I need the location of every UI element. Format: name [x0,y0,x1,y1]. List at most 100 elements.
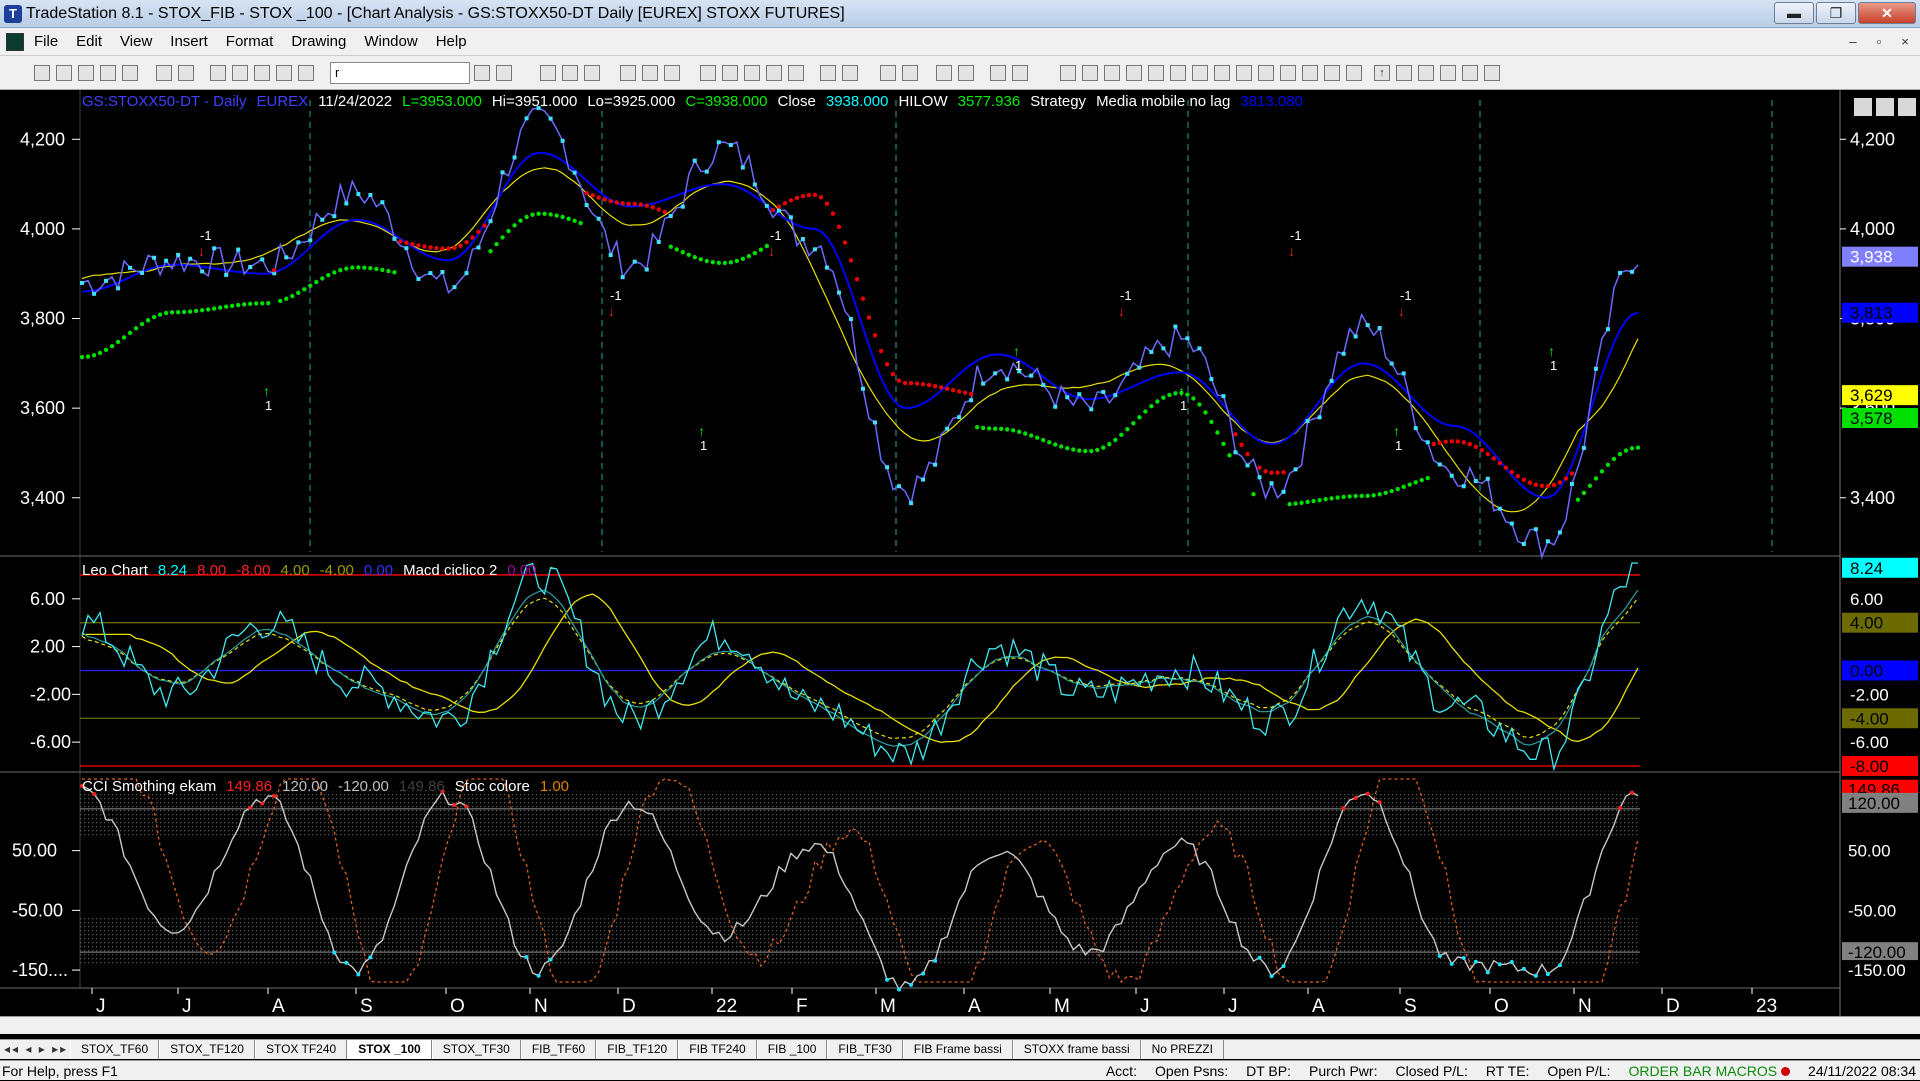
line-icon[interactable] [788,65,804,81]
menu-edit[interactable]: Edit [76,28,102,56]
arc-icon[interactable] [1258,65,1274,81]
new-icon[interactable] [34,65,50,81]
price-dot [1629,269,1634,274]
settings-icon[interactable] [276,65,292,81]
pointer-icon[interactable] [936,65,952,81]
open-icon[interactable] [56,65,72,81]
chart-window-icon[interactable] [6,33,24,51]
zoom-in-icon[interactable] [880,65,896,81]
price-dot [620,275,625,280]
tab-no-prezzi[interactable]: No PREZZI [1140,1040,1224,1059]
tab-stox-tf240[interactable]: STOX TF240 [254,1040,348,1059]
tab-stoxx-frame-bassi[interactable]: STOXX frame bassi [1012,1040,1141,1059]
tools-icon[interactable] [700,65,716,81]
window-icon[interactable] [210,65,226,81]
symbol-input[interactable]: r [330,62,470,84]
regression-icon[interactable] [1280,65,1296,81]
pan-icon[interactable] [842,65,858,81]
fib-time-icon[interactable] [1346,65,1362,81]
hilow-dot [950,387,956,393]
tab-stox-tf30[interactable]: STOX_TF30 [431,1040,521,1059]
strategy-icon[interactable] [620,65,636,81]
horizontal-line-icon[interactable] [1104,65,1120,81]
hilow-dot [223,304,229,309]
tab-fib-tf120[interactable]: FIB_TF120 [596,1040,679,1059]
cci-extreme-dot [248,805,253,810]
brush-icon[interactable] [1324,65,1340,81]
print-icon[interactable] [156,65,172,81]
close-button[interactable]: ✕ [1858,2,1916,24]
chart-canvas[interactable]: -1↓1↑-1↓1↑-1↓1↑-1↓1↑-1↓1↑-1↓1↑GS:STOXX50… [0,90,1920,1017]
rectangle-icon[interactable] [1462,65,1478,81]
save-icon[interactable] [78,65,94,81]
data-window-icon[interactable] [722,65,738,81]
up-arrow-icon[interactable] [1418,65,1434,81]
tab-navigation[interactable]: ◂◂ ◂ ▸ ▸▸ [4,1040,68,1059]
mdi-restore-button[interactable]: ▫ [1868,32,1890,52]
circle-icon[interactable] [1440,65,1456,81]
zoom-out-icon[interactable] [902,65,918,81]
speed-lines-icon[interactable] [1214,65,1230,81]
menu-format[interactable]: Format [226,28,274,56]
price-dot [728,143,733,148]
status-macros[interactable]: ORDER BAR MACROS [1628,1061,1791,1081]
minimize-button[interactable]: ▬ [1774,2,1814,24]
hilow-dot [1497,460,1503,466]
mdi-close-button[interactable]: × [1894,32,1916,52]
pencil-icon[interactable] [1302,65,1318,81]
fibonacci-icon[interactable] [1148,65,1164,81]
x-axis-label: D [1666,996,1680,1016]
symbol-go-icon[interactable] [474,65,490,81]
chart-analysis-icon[interactable] [540,65,556,81]
restore-button[interactable]: ❐ [1816,2,1856,24]
arrow-icon[interactable] [1236,65,1252,81]
tab-fib-tf240[interactable]: FIB TF240 [678,1040,757,1059]
globe-icon[interactable] [298,65,314,81]
print-preview-icon[interactable] [178,65,194,81]
tab-fib-100[interactable]: FIB _100 [756,1040,828,1059]
radar-screen-icon[interactable] [562,65,578,81]
mdi-minimize-button[interactable]: – [1842,32,1864,52]
indicator-icon[interactable] [642,65,658,81]
lock-icon[interactable] [254,65,270,81]
matrix-icon[interactable] [584,65,600,81]
menu-help[interactable]: Help [436,28,467,56]
candle-icon[interactable] [766,65,782,81]
tab-stox-100[interactable]: STOX _100 [347,1040,432,1059]
text-icon[interactable] [1484,65,1500,81]
channel-icon[interactable] [1126,65,1142,81]
tab-stox-tf60[interactable]: STOX_TF60 [70,1040,160,1059]
tab-fib-tf60[interactable]: FIB_TF60 [520,1040,597,1059]
snap-icon[interactable] [1012,65,1028,81]
drawing-select-icon[interactable] [958,65,974,81]
price-dot [812,247,817,252]
menu-drawing[interactable]: Drawing [291,28,346,56]
tab-fib-frame-bassi[interactable]: FIB Frame bassi [902,1040,1013,1059]
tab-stox-tf120[interactable]: STOX_TF120 [159,1040,255,1059]
lookup-icon[interactable] [496,65,512,81]
folder-icon[interactable] [122,65,138,81]
gann-icon[interactable] [1170,65,1186,81]
layout-icon[interactable] [232,65,248,81]
hilow-dot [758,247,764,252]
andrews-pitchfork-icon[interactable] [1192,65,1208,81]
price-dot [560,138,565,143]
bar-chart-icon[interactable] [744,65,760,81]
vertical-line-icon[interactable] [1082,65,1098,81]
menu-insert[interactable]: Insert [170,28,208,56]
chart-analysis-window[interactable]: -1 ↓ 1 ↑ -1 ↓ 1 ↑ -1 ↓ 1 ↑ -1 ↓ 1 ↑ -1 ↓ 1 ↑ -1 ↓ 1 ↑ GS:STOXX50… [0,90,1920,1032]
hilow-dot [854,277,860,282]
menu-view[interactable]: View [120,28,152,56]
price-dot [1221,394,1226,399]
trendline-icon[interactable] [1060,65,1076,81]
horizontal-scrollbar[interactable] [0,1016,1920,1034]
menu-window[interactable]: Window [364,28,417,56]
crosshair-icon[interactable] [820,65,836,81]
save-all-icon[interactable] [100,65,116,81]
tab-fib-tf30[interactable]: FIB_TF30 [827,1040,903,1059]
menu-file[interactable]: File [34,28,58,56]
format-icon[interactable] [664,65,680,81]
buy-arrow-icon[interactable]: ↑ [1374,65,1390,81]
magnet-icon[interactable] [990,65,1006,81]
sell-arrow-icon[interactable] [1396,65,1412,81]
